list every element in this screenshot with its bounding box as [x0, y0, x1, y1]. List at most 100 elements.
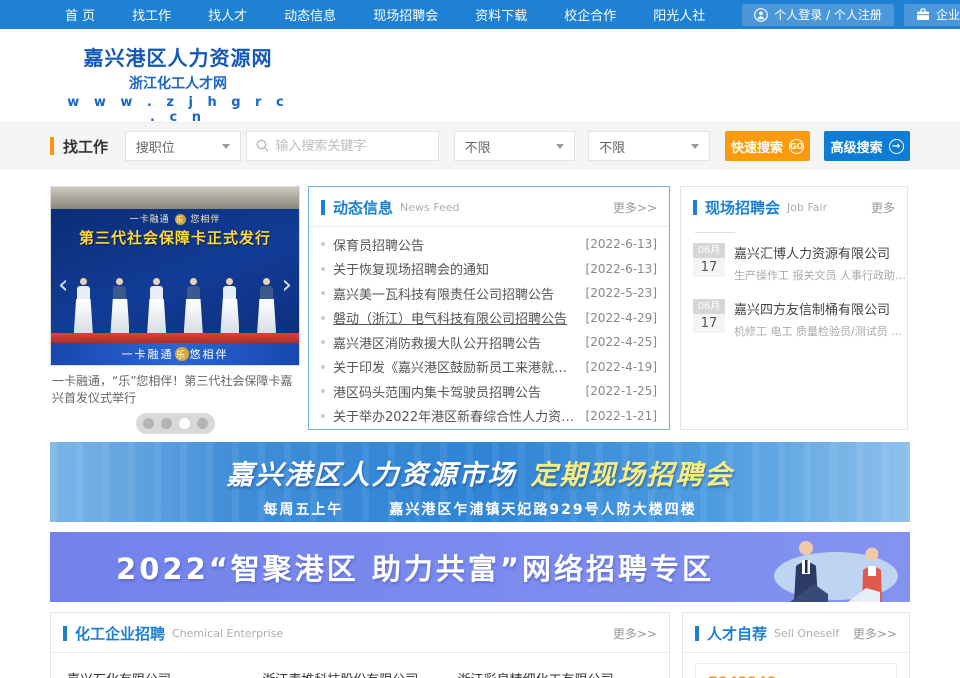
job-fair-more-link[interactable]: 更多 [871, 199, 895, 216]
talent-more-link[interactable]: 更多>> [853, 625, 897, 642]
arrow-right-icon: → [889, 139, 904, 154]
news-item-date: [2022-4-25] [578, 335, 657, 349]
banner1-subtitle: 每周五上午 嘉兴港区乍浦镇天妃路929号人防大楼四楼 [50, 499, 910, 519]
filter-2-value: 不限 [599, 137, 625, 156]
site-title: 嘉兴港区人力资源网 [60, 42, 296, 71]
filter-select-1[interactable]: 不限 [454, 131, 576, 161]
briefcase-icon [916, 8, 930, 21]
search-icon [256, 137, 269, 156]
personal-login-button[interactable]: 个人登录 / 个人注册 [742, 4, 894, 26]
nav-item[interactable]: 找工作 [132, 5, 171, 24]
banner1-title-white: 嘉兴港区人力资源市场 [227, 460, 517, 491]
news-panel-subtitle: News Feed [400, 201, 459, 214]
bullet-icon [321, 267, 325, 271]
news-carousel: 一卡融通 乐 您相伴 第三代社会保障卡正式发行 一卡融通 乐 悠相伴 [50, 186, 300, 430]
date-badge-month: 06月 [693, 299, 725, 314]
date-badge-day: 17 [693, 258, 725, 277]
nav-item[interactable]: 首 页 [65, 5, 95, 24]
search-category-select[interactable]: 搜职位 [125, 131, 242, 161]
news-item-date: [2022-4-19] [578, 360, 657, 374]
news-item[interactable]: 关于举办2022年港区新春综合性人力资源暨春风... [2022-1-21] [321, 404, 657, 429]
news-item-title: 磐动（浙江）电气科技有限公司招聘公告 [333, 308, 567, 327]
chemical-company-item[interactable]: 嘉兴石化有限公司 工艺员 设备管理 警卫（残疾工） [67, 669, 262, 678]
bullet-icon [321, 389, 325, 393]
bullet-icon [321, 414, 325, 418]
talent-panel-subtitle: Sell Oneself [774, 627, 839, 640]
news-item[interactable]: 关于印发《嘉兴港区鼓励新员工来港就业补助操作... [2022-4-19] [321, 355, 657, 380]
chevron-down-icon [222, 144, 230, 149]
banner1-address: 嘉兴港区乍浦镇天妃路929号人防大楼四楼 [389, 502, 696, 518]
carousel-dot[interactable] [197, 418, 208, 429]
company-name: 嘉兴石化有限公司 [67, 669, 262, 678]
enterprise-entry-button[interactable]: 企业入口 [904, 4, 960, 26]
carousel-dot-active[interactable] [179, 418, 190, 429]
date-badge: 06月 17 [693, 243, 725, 283]
talent-card[interactable]: P243243 男 ｜ 嘉兴市->嘉兴港区 ｜ 八年以上 [695, 663, 897, 678]
go-icon: GO [789, 139, 804, 154]
chemical-company-item[interactable]: 浙江麦堆科技股份有限公司 销售专员 会计 土建主管 [262, 669, 457, 678]
personal-login-label: 个人登录 / 个人注册 [774, 6, 882, 23]
slide-title: 第三代社会保障卡正式发行 [51, 227, 299, 248]
slide-stage: 一卡融通 乐 您相伴 第三代社会保障卡正式发行 [51, 209, 299, 333]
advanced-search-label: 高级搜索 [831, 137, 883, 156]
keyword-search-input[interactable] [275, 139, 415, 154]
nav-links: 首 页 找工作 找人才 动态信息 现场招聘会 资料下载 校企合作 阳光人社 [65, 5, 742, 24]
slide-stage-floor [51, 333, 299, 343]
company-name: 浙江彩皇精细化工有限公司 [458, 669, 653, 678]
nav-item[interactable]: 动态信息 [284, 5, 336, 24]
quick-search-button[interactable]: 快速搜索 GO [725, 131, 811, 161]
carousel-caption[interactable]: 一卡融通，“乐”您相伴！第三代社会保障卡嘉兴首发仪式举行 [50, 373, 300, 408]
quick-search-label: 快速搜索 [731, 137, 783, 156]
carousel-prev-arrow[interactable]: ‹ [58, 275, 68, 295]
chevron-down-icon [691, 144, 699, 149]
carousel-slide[interactable]: 一卡融通 乐 您相伴 第三代社会保障卡正式发行 一卡融通 乐 悠相伴 [50, 186, 300, 366]
talent-self-recommend-panel: 人才自荐 Sell Oneself 更多>> P243243 男 ｜ 嘉兴市->… [682, 612, 910, 678]
job-fair-positions: 生产操作工 报关文员 人事行政助理... [734, 267, 906, 283]
news-item[interactable]: 关于恢复现场招聘会的通知 [2022-6-13] [321, 257, 657, 282]
filter-1-value: 不限 [465, 137, 491, 156]
news-item[interactable]: 嘉兴港区消防救援大队公开招聘公告 [2022-4-25] [321, 330, 657, 355]
news-item[interactable]: 保育员招聘公告 [2022-6-13] [321, 232, 657, 257]
site-logo[interactable]: 嘉兴港区人力资源网 浙江化工人才网 w w w . z j h g r c . … [60, 42, 296, 125]
carousel-next-arrow[interactable]: › [282, 275, 292, 295]
site-url: w w w . z j h g r c . c n [60, 95, 296, 125]
news-item-title: 嘉兴港区消防救援大队公开招聘公告 [333, 333, 541, 352]
banner1-schedule: 每周五上午 [263, 502, 343, 518]
job-fair-item[interactable]: 06月 17 嘉兴四方友信制桶有限公司 机修工 电工 质量检验员/测试员 叉车.… [681, 299, 907, 339]
online-recruitment-banner[interactable]: 2022“智聚港区 助力共富”网络招聘专区 [50, 532, 910, 602]
site-header: 嘉兴港区人力资源网 浙江化工人才网 w w w . z j h g r c . … [0, 29, 960, 123]
news-item[interactable]: 磐动（浙江）电气科技有限公司招聘公告 [2022-4-29] [321, 306, 657, 331]
job-fair-panel: 现场招聘会 Job Fair 更多 06月 17 嘉兴汇博人力资源有限公司 生产… [680, 186, 908, 430]
date-badge-month: 06月 [693, 243, 725, 258]
news-more-link[interactable]: 更多>> [613, 199, 657, 216]
carousel-dot[interactable] [143, 418, 154, 429]
news-item-date: [2022-1-21] [578, 409, 657, 423]
chemical-panel-subtitle: Chemical Enterprise [172, 627, 283, 640]
news-item[interactable]: 港区码头范围内集卡驾驶员招聘公告 [2022-1-25] [321, 379, 657, 404]
advanced-search-button[interactable]: 高级搜索 → [824, 131, 910, 161]
carousel-dots [50, 413, 300, 434]
nav-item[interactable]: 校企合作 [564, 5, 616, 24]
bullet-icon [321, 291, 325, 295]
job-fair-positions: 机修工 电工 质量检验员/测试员 叉车... [734, 323, 906, 339]
nav-item[interactable]: 资料下载 [475, 5, 527, 24]
chemical-company-item[interactable]: 浙江彩皇精细化工有限公司 普工（制造科） 营业担当 [458, 669, 653, 678]
nav-item[interactable]: 找人才 [208, 5, 247, 24]
banner1-title: 嘉兴港区人力资源市场定期现场招聘会 [50, 453, 910, 492]
slide-footer-banner: 一卡融通 乐 悠相伴 [51, 343, 299, 365]
market-job-fair-banner[interactable]: 嘉兴港区人力资源市场定期现场招聘会 每周五上午 嘉兴港区乍浦镇天妃路929号人防大… [50, 442, 910, 522]
bullet-icon [321, 316, 325, 320]
news-item[interactable]: 嘉兴美一瓦科技有限责任公司招聘公告 [2022-5-23] [321, 281, 657, 306]
chemical-more-link[interactable]: 更多>> [613, 625, 657, 642]
job-fair-item[interactable]: 06月 17 嘉兴汇博人力资源有限公司 生产操作工 报关文员 人事行政助理... [681, 243, 907, 283]
nav-item[interactable]: 现场招聘会 [373, 5, 438, 24]
filter-select-2[interactable]: 不限 [588, 131, 710, 161]
nav-item[interactable]: 阳光人社 [653, 5, 705, 24]
news-item-date: [2022-4-29] [578, 311, 657, 325]
panel-accent-bar [321, 200, 325, 215]
carousel-dot[interactable] [161, 418, 172, 429]
panel-accent-bar [63, 626, 67, 641]
search-accent-bar [50, 137, 54, 155]
banner2-title: 2022“智聚港区 助力共富”网络招聘专区 [50, 532, 780, 602]
keyword-search-field[interactable] [246, 131, 438, 161]
